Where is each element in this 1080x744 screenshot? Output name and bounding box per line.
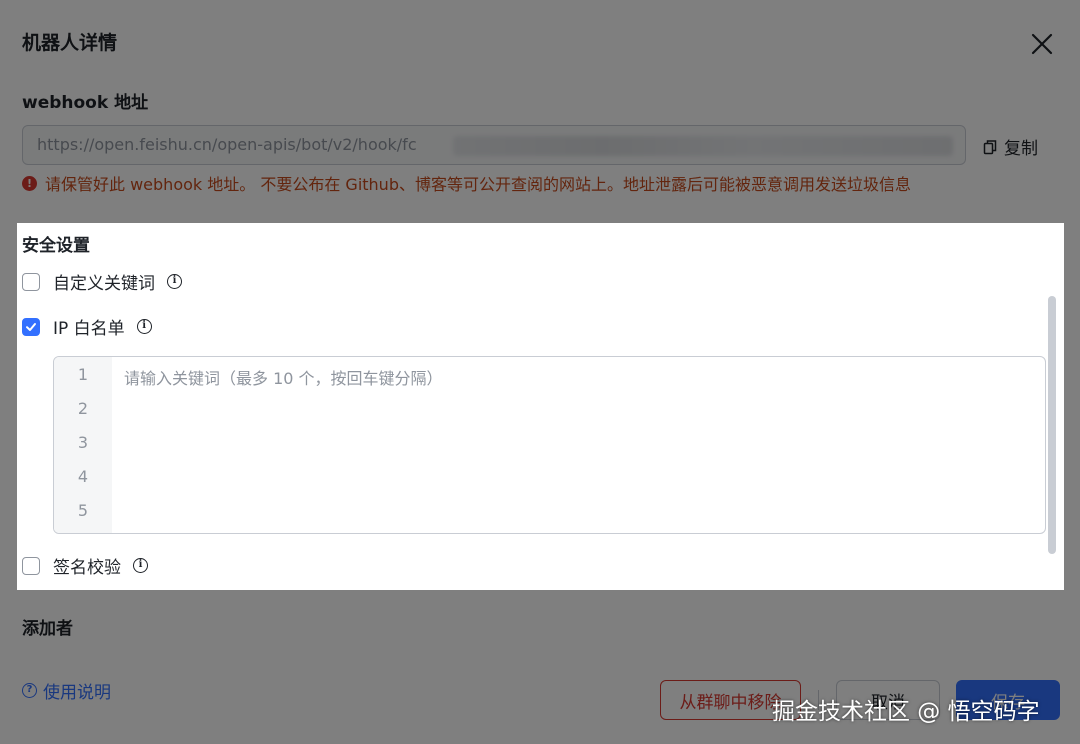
watermark: 掘金技术社区 @ 悟空码字 <box>772 699 1040 725</box>
line-number: 4 <box>77 467 89 486</box>
option-custom-keyword[interactable]: 自定义关键词 i <box>22 269 182 294</box>
custom-keyword-label: 自定义关键词 <box>53 274 155 294</box>
line-number-gutter: 1 2 3 4 5 <box>54 357 112 533</box>
robot-detail-dialog: 机器人详情 webhook 地址 https://open.feishu.cn/… <box>0 0 1080 744</box>
webhook-url-field[interactable]: https://open.feishu.cn/open-apis/bot/v2/… <box>22 125 966 165</box>
webhook-warning: ! 请保管好此 webhook 地址。 不要公布在 Github、博客等可公开查… <box>22 171 911 195</box>
option-signature-verify[interactable]: 签名校验 i <box>22 553 148 578</box>
line-number: 5 <box>77 501 89 520</box>
dialog-title: 机器人详情 <box>22 32 118 54</box>
info-icon[interactable]: i <box>136 319 152 334</box>
webhook-url-text: https://open.feishu.cn/open-apis/bot/v2/… <box>37 135 417 154</box>
help-link[interactable]: ? 使用说明 <box>22 678 111 703</box>
line-number: 1 <box>77 365 89 384</box>
copy-label: 复制 <box>1004 139 1038 159</box>
custom-keyword-checkbox[interactable] <box>22 272 40 291</box>
line-number: 2 <box>77 399 89 418</box>
warning-icon: ! <box>22 175 37 191</box>
ip-whitelist-label: IP 白名单 <box>53 319 125 339</box>
warning-text: 请保管好此 webhook 地址。 不要公布在 Github、博客等可公开查阅的… <box>45 175 911 194</box>
security-settings-title: 安全设置 <box>22 236 90 256</box>
webhook-url-redacted <box>453 136 953 156</box>
info-icon[interactable]: i <box>133 558 148 573</box>
help-label: 使用说明 <box>43 683 111 703</box>
close-button[interactable] <box>1028 30 1056 58</box>
line-number: 3 <box>77 433 89 452</box>
ip-whitelist-checkbox[interactable] <box>22 317 40 336</box>
signature-verify-checkbox[interactable] <box>22 556 40 575</box>
option-ip-whitelist[interactable]: IP 白名单 i <box>22 314 152 339</box>
copy-button[interactable]: 复制 <box>982 134 1038 159</box>
copy-icon <box>983 139 997 154</box>
editor-placeholder: 请输入关键词（最多 10 个，按回车键分隔） <box>124 369 443 388</box>
info-icon[interactable]: i <box>167 274 182 289</box>
ip-whitelist-editor[interactable]: 1 2 3 4 5 请输入关键词（最多 10 个，按回车键分隔） <box>53 356 1046 534</box>
checkmark-icon <box>26 322 36 331</box>
question-icon: ? <box>22 683 37 698</box>
webhook-label: webhook 地址 <box>22 93 149 113</box>
signature-verify-label: 签名校验 <box>53 558 121 578</box>
close-icon <box>1031 33 1053 55</box>
scrollbar[interactable] <box>1048 296 1056 554</box>
adder-title: 添加者 <box>22 619 73 639</box>
